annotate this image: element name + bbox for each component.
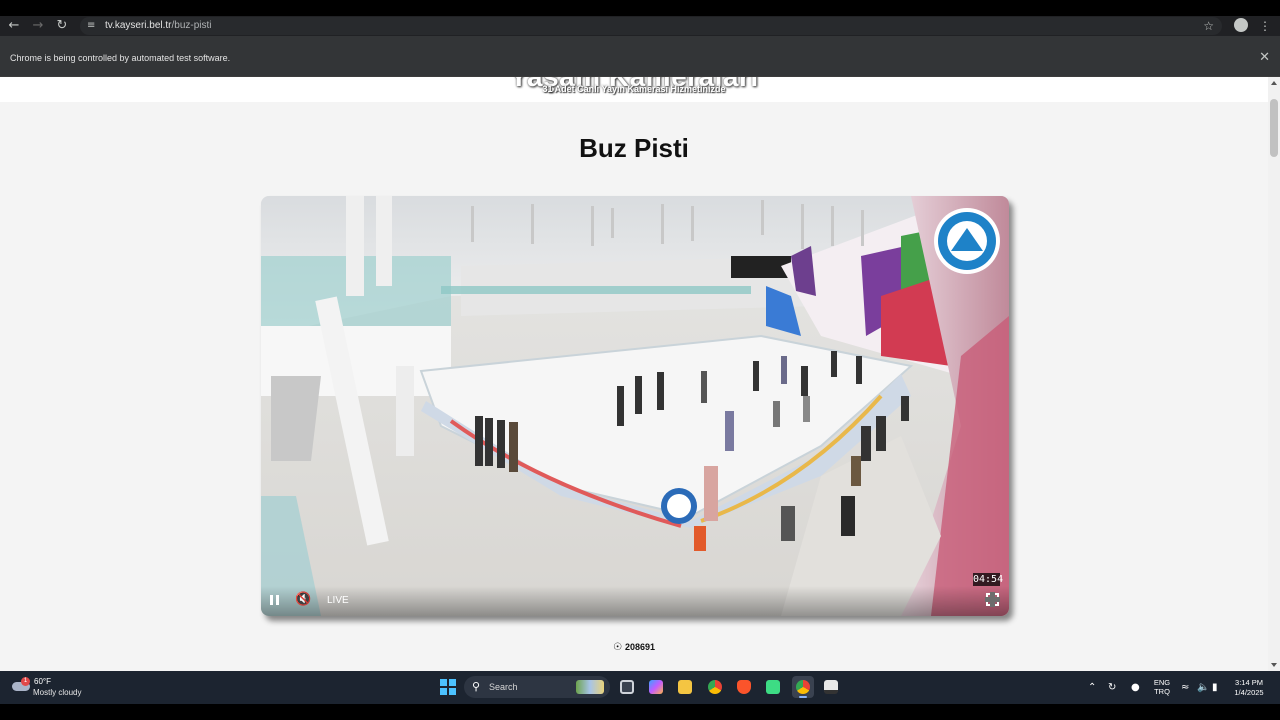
scroll-up-arrow-icon[interactable] (1271, 81, 1277, 85)
menu-dots-icon[interactable]: ⋮ (1258, 16, 1272, 36)
back-arrow-icon[interactable]: ← (5, 17, 23, 35)
muted-speaker-icon[interactable]: 🔇 (295, 591, 313, 609)
copilot-icon[interactable] (645, 676, 667, 698)
site-header: Yaşam Kameraları 31 Adet Canlı Yayın Kam… (0, 77, 1268, 102)
cloud-icon[interactable]: 1 (12, 677, 30, 691)
sync-icon[interactable]: ↻ (1108, 671, 1116, 704)
tune-icon[interactable]: ≡ (87, 17, 95, 35)
video-player[interactable]: 04:54 🔇 LIVE (261, 196, 1009, 616)
search-icon: ⚲ (472, 680, 481, 693)
lang-line1: ENG (1153, 678, 1171, 687)
wifi-icon[interactable]: ≈ (1181, 671, 1189, 704)
windows-start-icon[interactable] (440, 679, 456, 695)
task-view-icon[interactable] (616, 676, 638, 698)
address-bar[interactable]: ≡ tv.kayseri.bel.tr/buz-pisti ☆ (80, 17, 1222, 35)
video-timer: 04:54 (973, 573, 1004, 586)
search-highlight-image (576, 680, 604, 694)
chrome-active-icon[interactable] (792, 676, 814, 698)
scroll-down-arrow-icon[interactable] (1271, 663, 1277, 667)
windows-taskbar: 1 60°F Mostly cloudy ⚲ Search ⌃ ↻ ● ENG … (0, 671, 1280, 704)
forward-arrow-icon[interactable]: → (29, 17, 47, 35)
file-explorer-icon[interactable] (674, 676, 696, 698)
site-header-subtitle: 31 Adet Canlı Yayın Kamerası Hizmetinizd… (542, 84, 726, 94)
battery-icon[interactable]: ▮ (1212, 671, 1218, 704)
browser-toolbar: ← → ↻ ≡ tv.kayseri.bel.tr/buz-pisti ☆ ⋮ (0, 16, 1280, 36)
view-count: 208691 (624, 642, 655, 652)
close-icon[interactable]: ✕ (1259, 36, 1270, 80)
page-scrollbar[interactable] (1268, 77, 1280, 671)
clock-time: 3:14 PM (1235, 678, 1263, 687)
chrome-icon[interactable] (704, 676, 726, 698)
search-label: Search (489, 682, 518, 692)
url-text[interactable]: tv.kayseri.bel.tr/buz-pisti (105, 17, 212, 35)
live-label: LIVE (327, 595, 349, 606)
pause-icon[interactable] (269, 594, 281, 606)
android-studio-icon[interactable] (762, 676, 784, 698)
taskbar-search[interactable]: ⚲ Search (464, 676, 610, 698)
url-path: /buz-pisti (171, 20, 212, 31)
window-top-strip (0, 0, 1280, 16)
terminal-icon[interactable] (820, 676, 842, 698)
fullscreen-icon[interactable] (985, 592, 1000, 607)
automation-infobar: Chrome is being controlled by automated … (0, 36, 1280, 77)
reload-icon[interactable]: ↻ (53, 17, 71, 35)
screen-bottom-strip (0, 704, 1280, 720)
page-viewport: Yaşam Kameraları 31 Adet Canlı Yayın Kam… (0, 77, 1280, 671)
profile-icon[interactable] (1234, 18, 1248, 32)
player-controls: 🔇 LIVE (261, 586, 1009, 616)
clock-date: 1/4/2025 (1234, 688, 1264, 697)
view-counter: ☉ 208691 (0, 642, 1268, 653)
weather-temp[interactable]: 60°F (34, 677, 51, 686)
weather-badge: 1 (21, 677, 30, 686)
camera-frame (261, 196, 1009, 616)
scroll-thumb[interactable] (1270, 99, 1278, 157)
url-host: tv.kayseri.bel.tr (105, 20, 172, 31)
star-icon[interactable]: ☆ (1203, 17, 1214, 35)
chevron-up-icon[interactable]: ⌃ (1088, 671, 1096, 704)
eye-icon: ☉ (612, 642, 622, 653)
infobar-message: Chrome is being controlled by automated … (10, 53, 231, 63)
weather-desc[interactable]: Mostly cloudy (33, 688, 81, 697)
speaker-icon[interactable]: 🔈 (1197, 671, 1209, 704)
page-title: Buz Pisti (579, 133, 689, 163)
language-indicator[interactable]: ENG TRQ (1150, 678, 1174, 696)
microphone-icon[interactable]: ● (1131, 671, 1140, 704)
lang-line2: TRQ (1154, 687, 1170, 696)
system-clock[interactable]: 3:14 PM 1/4/2025 (1226, 678, 1272, 698)
brave-icon[interactable] (733, 676, 755, 698)
